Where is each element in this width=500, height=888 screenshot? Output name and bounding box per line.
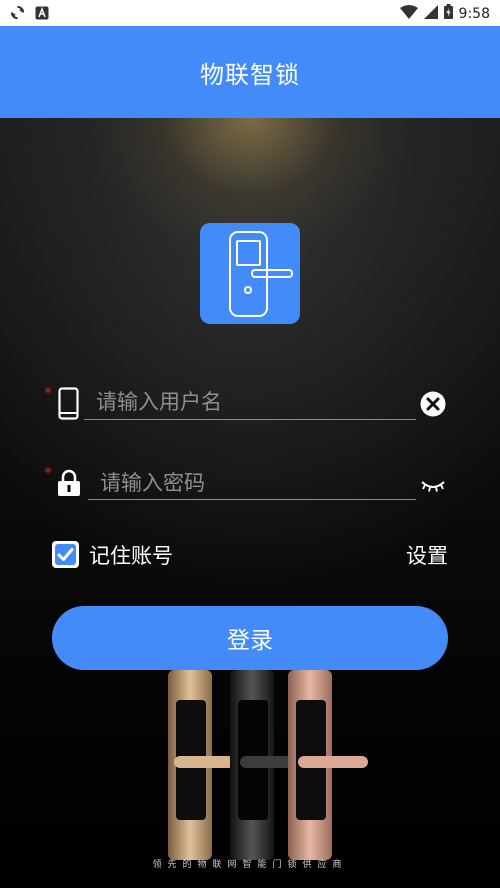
clear-icon[interactable] bbox=[420, 391, 446, 421]
password-required-mark: * bbox=[44, 463, 52, 482]
door-lock-icon bbox=[229, 231, 293, 317]
gold-lock-image bbox=[168, 670, 234, 860]
username-row: * bbox=[40, 383, 460, 423]
remember-checkbox[interactable] bbox=[52, 541, 79, 568]
signal-icon bbox=[423, 4, 438, 23]
app-bar: 物联智锁 bbox=[0, 26, 500, 118]
username-required-mark: * bbox=[44, 383, 52, 402]
checkmark-icon bbox=[55, 544, 76, 565]
wifi-icon bbox=[399, 4, 418, 23]
door-lock-banner bbox=[168, 670, 368, 860]
rose-lock-image bbox=[288, 670, 368, 860]
status-time: 9:58 bbox=[458, 5, 490, 22]
login-button[interactable]: 登录 bbox=[52, 606, 448, 670]
phone-icon bbox=[58, 387, 80, 425]
eye-closed-icon[interactable] bbox=[420, 478, 446, 498]
password-underline bbox=[88, 499, 416, 500]
settings-link[interactable]: 设置 bbox=[406, 540, 448, 570]
status-bar: 9:58 bbox=[0, 0, 500, 26]
battery-icon bbox=[443, 4, 453, 23]
login-button-label: 登录 bbox=[227, 628, 273, 654]
remember-label[interactable]: 记住账号 bbox=[89, 540, 173, 570]
sync-icon bbox=[10, 5, 25, 24]
password-row: * bbox=[40, 463, 460, 503]
app-title: 物联智锁 bbox=[200, 60, 300, 89]
banner-tagline: 领先的物联网智能门锁供应商 bbox=[152, 860, 348, 870]
app-logo bbox=[200, 223, 300, 324]
lock-icon bbox=[57, 469, 81, 501]
username-input[interactable] bbox=[96, 387, 406, 417]
password-input[interactable] bbox=[100, 468, 410, 498]
a-notification-icon bbox=[35, 6, 49, 24]
username-underline bbox=[84, 419, 416, 420]
